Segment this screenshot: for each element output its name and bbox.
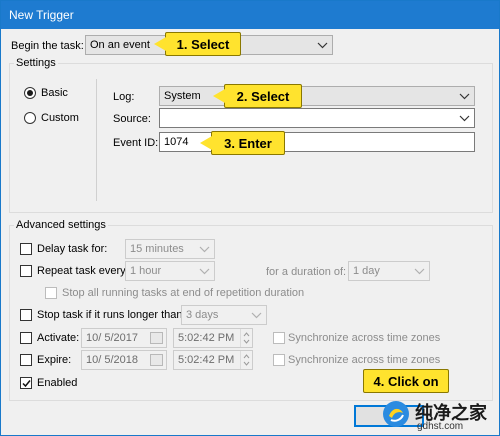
expire-sync-label: Synchronize across time zones <box>288 354 441 366</box>
watermark: 纯净之家 gdhst.com <box>381 397 500 436</box>
begin-task-value: On an event <box>90 39 150 51</box>
delay-task-label: Delay task for: <box>37 243 108 255</box>
log-label: Log: <box>113 91 135 103</box>
callout-1: 1. Select <box>154 32 241 56</box>
expire-date-value: 10/ 5/2018 <box>86 354 138 366</box>
title-bar[interactable]: New Trigger <box>1 1 499 29</box>
expire-sync-checkbox[interactable] <box>273 354 285 366</box>
settings-group-title: Settings <box>14 57 58 69</box>
stop-all-tasks-checkbox[interactable] <box>45 287 57 299</box>
duration-value: 1 day <box>353 265 380 277</box>
spinner-buttons-icon[interactable] <box>240 329 252 347</box>
window-title: New Trigger <box>9 8 74 22</box>
chevron-down-icon <box>199 268 210 275</box>
log-value: System <box>164 90 201 102</box>
checkmark-icon <box>22 380 31 388</box>
begin-task-label: Begin the task: <box>11 40 84 52</box>
chevron-down-icon <box>414 268 425 275</box>
enabled-label: Enabled <box>37 377 78 389</box>
stop-task-longer-label: Stop task if it runs longer than: <box>37 309 186 321</box>
chevron-down-icon <box>199 246 210 253</box>
delay-task-checkbox[interactable] <box>20 243 32 255</box>
duration-dropdown[interactable]: 1 day <box>348 261 430 281</box>
activate-sync-checkbox[interactable] <box>273 332 285 344</box>
settings-divider <box>96 79 97 201</box>
callout-2: 2. Select <box>213 84 302 108</box>
advanced-settings-group-title: Advanced settings <box>14 219 108 231</box>
basic-radio[interactable] <box>24 87 36 99</box>
stop-task-longer-dropdown[interactable]: 3 days <box>181 305 267 325</box>
chevron-down-icon <box>459 93 470 100</box>
event-id-value: 1074 <box>164 136 189 148</box>
expire-date-picker[interactable]: 10/ 5/2018 <box>81 350 167 370</box>
repeat-task-checkbox[interactable] <box>20 265 32 277</box>
source-dropdown[interactable] <box>159 108 475 128</box>
stop-all-tasks-label: Stop all running tasks at end of repetit… <box>62 287 305 299</box>
basic-radio-label: Basic <box>41 87 68 99</box>
repeat-task-label: Repeat task every: <box>37 265 129 277</box>
activate-sync-label: Synchronize across time zones <box>288 332 441 344</box>
expire-time-spinner[interactable]: 5:02:42 PM <box>173 350 253 370</box>
activate-time-spinner[interactable]: 5:02:42 PM <box>173 328 253 348</box>
custom-radio[interactable] <box>24 112 36 124</box>
callout-1-text: 1. Select <box>176 37 230 52</box>
chevron-down-icon <box>317 42 328 49</box>
new-trigger-dialog: New Trigger Begin the task: On an event … <box>0 0 500 436</box>
repeat-task-value: 1 hour <box>130 265 162 277</box>
stop-task-longer-value: 3 days <box>186 309 219 321</box>
calendar-icon[interactable] <box>150 354 163 366</box>
duration-label: for a duration of: <box>266 266 347 278</box>
expire-time-value: 5:02:42 PM <box>178 354 235 366</box>
delay-task-dropdown[interactable]: 15 minutes <box>125 239 215 259</box>
calendar-icon[interactable] <box>150 332 163 344</box>
delay-task-value: 15 minutes <box>130 243 184 255</box>
spinner-buttons-icon[interactable] <box>240 351 252 369</box>
activate-checkbox[interactable] <box>20 332 32 344</box>
chevron-down-icon <box>251 312 262 319</box>
callout-2-text: 2. Select <box>236 89 290 104</box>
callout-4-text: 4. Click on <box>373 374 439 389</box>
callout-4: 4. Click on <box>363 369 449 393</box>
callout-3: 3. Enter <box>200 131 285 155</box>
repeat-task-dropdown[interactable]: 1 hour <box>125 261 215 281</box>
activate-date-picker[interactable]: 10/ 5/2017 <box>81 328 167 348</box>
log-dropdown[interactable]: System <box>159 86 475 106</box>
callout-3-text: 3. Enter <box>224 136 272 151</box>
event-id-label: Event ID: <box>113 137 159 149</box>
expire-label: Expire: <box>37 354 72 366</box>
stop-task-longer-checkbox[interactable] <box>20 309 32 321</box>
activate-date-value: 10/ 5/2017 <box>86 332 138 344</box>
activate-time-value: 5:02:42 PM <box>178 332 235 344</box>
activate-label: Activate: <box>37 332 80 344</box>
enabled-checkbox[interactable] <box>20 377 32 389</box>
watermark-url: gdhst.com <box>417 421 464 432</box>
expire-checkbox[interactable] <box>20 354 32 366</box>
custom-radio-label: Custom <box>41 112 79 124</box>
source-label: Source: <box>113 113 151 125</box>
watermark-logo-icon <box>383 401 409 427</box>
chevron-down-icon <box>459 115 470 122</box>
